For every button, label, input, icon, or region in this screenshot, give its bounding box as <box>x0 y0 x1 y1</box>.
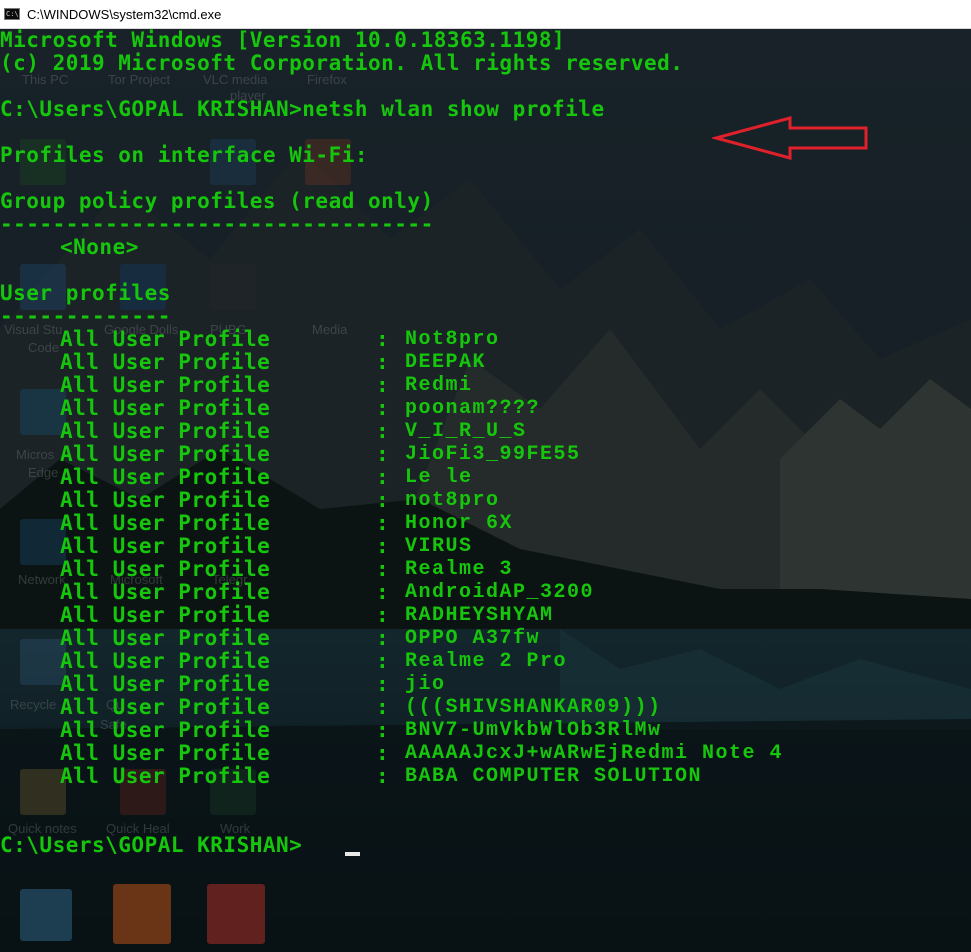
profile-separator: : <box>376 511 390 535</box>
interface-heading: Profiles on interface Wi-Fi: <box>0 143 369 167</box>
profile-key: All User Profile <box>60 557 271 581</box>
title-bar[interactable]: C:\ C:\WINDOWS\system32\cmd.exe <box>0 0 971 29</box>
profile-key: All User Profile <box>60 718 271 742</box>
profile-key: All User Profile <box>60 488 271 512</box>
profile-key: All User Profile <box>60 350 271 374</box>
profile-key: All User Profile <box>60 419 271 443</box>
profile-separator: : <box>376 442 390 466</box>
profile-key: All User Profile <box>60 626 271 650</box>
profile-name: RADHEYSHYAM <box>405 604 554 627</box>
profile-name: Realme 2 Pro <box>405 650 568 673</box>
profile-key: All User Profile <box>60 465 271 489</box>
profile-name: OPPO A37fw <box>405 627 541 650</box>
group-policy-rule: --------------------------------- <box>0 212 434 236</box>
profile-separator: : <box>376 741 390 765</box>
profile-key: All User Profile <box>60 695 271 719</box>
profile-key: All User Profile <box>60 741 271 765</box>
profile-separator: : <box>376 557 390 581</box>
command-prompt: C:\Users\GOPAL KRISHAN> <box>0 833 303 857</box>
command-line: C:\Users\GOPAL KRISHAN>netsh wlan show p… <box>0 97 605 121</box>
profile-key: All User Profile <box>60 672 271 696</box>
profile-separator: : <box>376 373 390 397</box>
profile-name: (((SHIVSHANKAR09))) <box>405 696 662 719</box>
profile-name: poonam???? <box>405 397 541 420</box>
profile-name: Not8pro <box>405 328 500 351</box>
profile-key: All User Profile <box>60 649 271 673</box>
profile-separator: : <box>376 488 390 512</box>
profile-separator: : <box>376 695 390 719</box>
profile-separator: : <box>376 672 390 696</box>
profile-name: VIRUS <box>405 535 473 558</box>
profile-key: All User Profile <box>60 534 271 558</box>
annotation-arrow-icon <box>712 116 868 160</box>
profile-name: V_I_R_U_S <box>405 420 527 443</box>
profile-key: All User Profile <box>60 580 271 604</box>
profile-name: AndroidAP_3200 <box>405 581 595 604</box>
profile-key: All User Profile <box>60 396 271 420</box>
text-cursor <box>345 852 360 856</box>
profile-separator: : <box>376 534 390 558</box>
profile-name: AAAAAJcxJ+wARwEjRedmi Note 4 <box>405 742 784 765</box>
user-profiles-heading: User profiles <box>0 281 171 305</box>
cmd-console-icon: C:\ <box>4 8 20 20</box>
profile-name: jio <box>405 673 446 696</box>
profile-separator: : <box>376 649 390 673</box>
profile-separator: : <box>376 465 390 489</box>
profile-name: Realme 3 <box>405 558 514 581</box>
user-profiles-rule: ------------- <box>0 304 171 328</box>
profile-key: All User Profile <box>60 373 271 397</box>
profile-name: Honor 6X <box>405 512 514 535</box>
profile-separator: : <box>376 764 390 788</box>
window-title: C:\WINDOWS\system32\cmd.exe <box>27 6 222 22</box>
profile-separator: : <box>376 580 390 604</box>
profile-separator: : <box>376 396 390 420</box>
group-policy-heading: Group policy profiles (read only) <box>0 189 434 213</box>
group-policy-none: <None> <box>60 235 139 259</box>
console-output[interactable]: Microsoft Windows [Version 10.0.18363.11… <box>0 29 971 952</box>
profile-name: BNV7-UmVkbWlOb3RlMw <box>405 719 662 742</box>
profile-name: JioFi3_99FE55 <box>405 443 581 466</box>
profile-key: All User Profile <box>60 442 271 466</box>
profile-key: All User Profile <box>60 764 271 788</box>
copyright-line: (c) 2019 Microsoft Corporation. All righ… <box>0 51 684 75</box>
profile-name: BABA COMPUTER SOLUTION <box>405 765 703 788</box>
profile-separator: : <box>376 350 390 374</box>
profile-key: All User Profile <box>60 327 271 351</box>
cmd-window: C:\ C:\WINDOWS\system32\cmd.exe This PC … <box>0 0 971 952</box>
profile-separator: : <box>376 327 390 351</box>
profile-separator: : <box>376 603 390 627</box>
profile-name: not8pro <box>405 489 500 512</box>
profile-separator: : <box>376 718 390 742</box>
profile-separator: : <box>376 419 390 443</box>
version-line: Microsoft Windows [Version 10.0.18363.11… <box>0 28 566 52</box>
profile-key: All User Profile <box>60 511 271 535</box>
profile-key: All User Profile <box>60 603 271 627</box>
profile-name: DEEPAK <box>405 351 487 374</box>
profile-name: Redmi <box>405 374 473 397</box>
profile-name: Le le <box>405 466 473 489</box>
profile-separator: : <box>376 626 390 650</box>
